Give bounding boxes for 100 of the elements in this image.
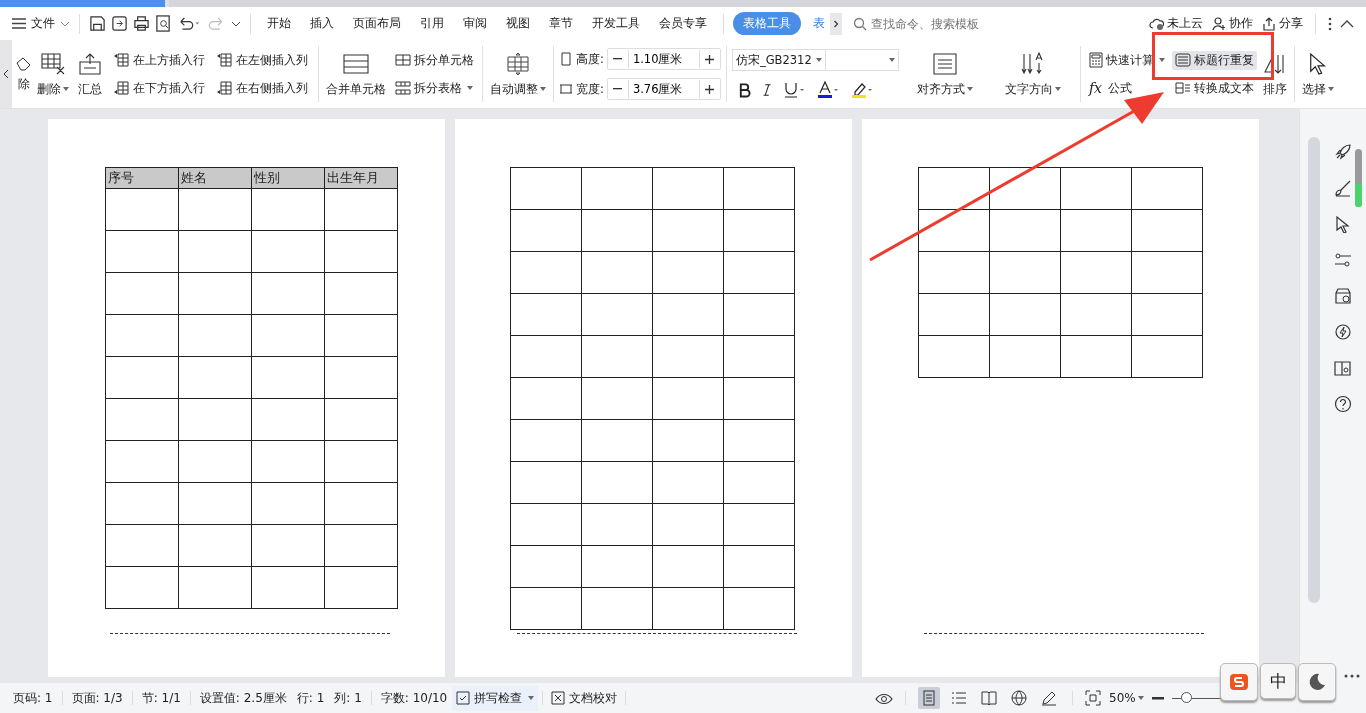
more-icon[interactable] xyxy=(1328,16,1332,31)
more-icon[interactable] xyxy=(1344,674,1360,678)
ribbon-tab[interactable]: 表 xyxy=(806,12,825,35)
share-icon xyxy=(1261,15,1277,32)
repeat-header-button[interactable]: 标题行重复 xyxy=(1171,50,1257,70)
insert-row-button[interactable]: 在上方插入行 xyxy=(111,46,208,74)
menu-icon xyxy=(12,18,26,29)
highlight-icon[interactable] xyxy=(850,81,875,99)
status-text: 行: 1 xyxy=(296,689,325,707)
ime-mode-key[interactable]: 中 xyxy=(1260,663,1296,699)
vertical-scrollbar[interactable] xyxy=(1308,137,1320,603)
insert-column-button[interactable]: 在左侧插入列 xyxy=(214,46,311,74)
more-tabs-button[interactable] xyxy=(830,12,842,35)
caret-icon xyxy=(966,87,973,91)
print-preview-icon[interactable] xyxy=(155,15,172,32)
text-direction-button[interactable]: 文字方向 xyxy=(988,40,1077,108)
rocket-icon[interactable] xyxy=(1334,143,1352,161)
ribbon-tab[interactable]: 开发工具 xyxy=(585,12,647,35)
delete-partial-button[interactable]: 除 xyxy=(14,40,33,108)
moon-icon xyxy=(1307,672,1327,692)
width-field[interactable]: 3.76厘米 xyxy=(606,78,721,100)
zoom-dropdown[interactable]: 50% xyxy=(1109,691,1144,705)
collapse-ribbon-icon[interactable] xyxy=(1340,18,1354,29)
ribbon-tab[interactable]: 页面布局 xyxy=(346,12,408,35)
height-field[interactable]: 1.10厘米 xyxy=(606,48,721,70)
book-search-icon[interactable] xyxy=(1334,359,1352,377)
night-mode-key[interactable] xyxy=(1298,663,1336,701)
caret-icon xyxy=(1054,87,1061,91)
bold-icon[interactable] xyxy=(737,82,751,98)
chevron-icon xyxy=(3,69,9,79)
autofit-button[interactable]: 自动调整 xyxy=(486,40,550,108)
split-table-icon xyxy=(395,81,411,95)
height-label: 高度: xyxy=(576,51,604,67)
ribbon-tab[interactable]: 开始 xyxy=(260,12,298,35)
cross-box-icon xyxy=(551,691,566,705)
collaborate-button[interactable]: 协作 xyxy=(1211,15,1253,32)
merge-cells-button[interactable]: 合并单元格 xyxy=(322,40,390,108)
align-button[interactable]: 对齐方式 xyxy=(900,40,989,108)
font-color-icon[interactable] xyxy=(816,81,841,99)
split-cells-button[interactable]: 拆分单元格 xyxy=(392,50,477,70)
convert-to-text-button[interactable]: 转换成文本 xyxy=(1171,78,1257,98)
sliders-icon[interactable] xyxy=(1334,251,1352,269)
summary-button[interactable]: 汇总 xyxy=(73,40,107,108)
share-button[interactable]: 分享 xyxy=(1261,15,1303,32)
export-icon[interactable] xyxy=(111,15,128,32)
ribbon-tab[interactable]: 会员专享 xyxy=(652,12,714,35)
file-menu[interactable]: 文件 xyxy=(12,15,70,32)
spell-check-button[interactable]: 拼写检查 xyxy=(452,685,539,711)
ribbon-tab[interactable]: 审阅 xyxy=(456,12,494,35)
table-header-cell: 性别 xyxy=(251,167,325,189)
ime-logo-key[interactable] xyxy=(1220,663,1258,701)
chevron-icon xyxy=(833,18,839,29)
proofread-button[interactable]: 文档校对 xyxy=(547,685,622,711)
eraser-icon xyxy=(16,56,31,71)
web-view-icon[interactable] xyxy=(1008,687,1030,709)
ribbon-tab[interactable]: 章节 xyxy=(542,12,580,35)
quick-calc-button[interactable]: 快速计算 xyxy=(1085,50,1168,70)
lightning-icon[interactable] xyxy=(1334,323,1352,341)
caret-icon xyxy=(63,87,69,91)
ribbon-tab[interactable]: 插入 xyxy=(303,12,341,35)
store-icon[interactable] xyxy=(1334,287,1352,305)
insert-row-button[interactable]: 在下方插入行 xyxy=(111,74,208,102)
caret-icon xyxy=(815,58,822,62)
caret-icon xyxy=(528,696,535,700)
select-button[interactable]: 选择 xyxy=(1297,40,1338,108)
split-table-button[interactable]: 拆分表格 xyxy=(392,78,477,98)
sort-button[interactable]: 排序 xyxy=(1258,40,1291,108)
insert-column-button[interactable]: 在右侧插入列 xyxy=(214,74,311,102)
save-icon[interactable] xyxy=(89,15,106,32)
caret-icon[interactable] xyxy=(231,20,241,27)
convert-to-text-icon xyxy=(1174,81,1191,95)
print-icon[interactable] xyxy=(133,15,150,32)
zoom-out-icon[interactable] xyxy=(1151,696,1164,700)
brush-icon[interactable] xyxy=(1334,179,1352,197)
font-name-dropdown[interactable]: 仿宋_GB2312 xyxy=(731,49,826,71)
summary-icon xyxy=(77,51,103,76)
underline-icon[interactable] xyxy=(782,81,807,99)
insert-row-icon xyxy=(114,81,130,95)
cloud-status-button[interactable]: 未上云 xyxy=(1149,15,1203,32)
help-icon[interactable] xyxy=(1334,395,1352,413)
table-header-cell: 序号 xyxy=(105,167,179,189)
caret-icon xyxy=(467,86,473,90)
insert-row-icon xyxy=(114,53,130,67)
eye-icon[interactable] xyxy=(875,691,893,705)
status-text: 页码: 1 xyxy=(13,689,53,707)
calculator-icon xyxy=(1088,52,1103,68)
search-icon xyxy=(853,16,867,31)
minus-icon xyxy=(613,58,623,60)
formula-button[interactable]: fx 公式 xyxy=(1085,78,1168,98)
merge-cells-icon xyxy=(342,51,370,76)
page-view-icon[interactable] xyxy=(918,687,940,709)
cursor-icon[interactable] xyxy=(1334,215,1352,233)
caret-icon xyxy=(888,58,895,62)
fit-page-icon[interactable] xyxy=(1085,690,1101,706)
ribbon-tab[interactable]: 视图 xyxy=(499,12,537,35)
add-person-icon xyxy=(1211,15,1227,32)
ribbon-tab[interactable]: 引用 xyxy=(413,12,451,35)
insert-column-icon xyxy=(217,81,233,95)
caret-icon xyxy=(1137,696,1144,700)
delete-button[interactable]: 删除 xyxy=(33,40,73,108)
